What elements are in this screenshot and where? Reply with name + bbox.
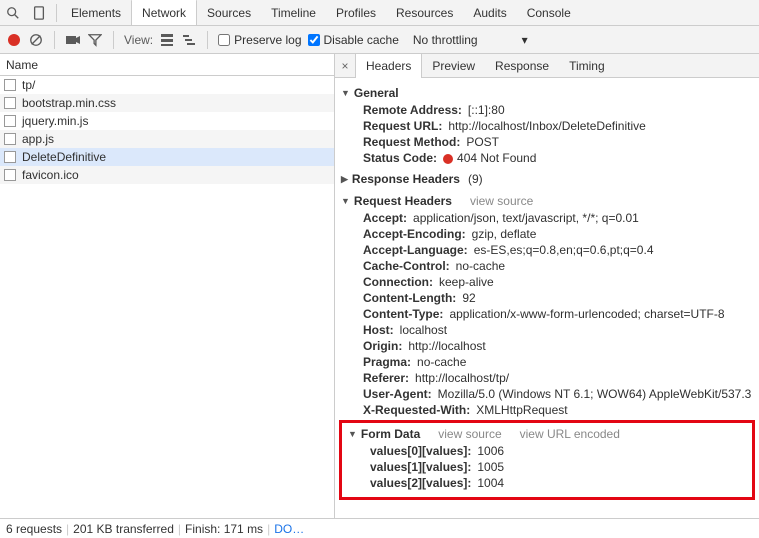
- view-label: View:: [124, 33, 153, 47]
- header-row: Content-Type:application/x-www-form-urle…: [335, 306, 759, 322]
- dom-content-link: DO…: [274, 522, 304, 536]
- file-icon: [4, 169, 16, 181]
- request-list-panel: Name tp/bootstrap.min.css jquery.min.js ap…: [0, 54, 335, 518]
- header-row: Accept:application/json, text/javascript…: [335, 210, 759, 226]
- request-name: tp/: [22, 78, 35, 92]
- header-row: Host:localhost: [335, 322, 759, 338]
- tab-timeline[interactable]: Timeline: [261, 0, 326, 26]
- tab-network[interactable]: Network: [131, 0, 197, 25]
- throttling-select[interactable]: No throttling▾: [413, 33, 528, 47]
- transferred-size: 201 KB transferred: [73, 522, 174, 536]
- divider: [207, 31, 208, 49]
- tab-elements[interactable]: Elements: [61, 0, 131, 26]
- request-row[interactable]: tp/: [0, 76, 334, 94]
- request-name: favicon.ico: [22, 168, 79, 182]
- header-row: Content-Length:92: [335, 290, 759, 306]
- detail-subtabs: × HeadersPreviewResponseTiming: [335, 54, 759, 78]
- header-row: Pragma:no-cache: [335, 354, 759, 370]
- tab-profiles[interactable]: Profiles: [326, 0, 386, 26]
- tab-console[interactable]: Console: [517, 0, 581, 26]
- search-icon[interactable]: [0, 0, 26, 26]
- disable-cache-checkbox[interactable]: Disable cache: [308, 33, 399, 47]
- waterfall-icon[interactable]: [181, 32, 197, 48]
- header-row: Referer:http://localhost/tp/: [335, 370, 759, 386]
- request-row[interactable]: bootstrap.min.css: [0, 94, 334, 112]
- header-row: Origin:http://localhost: [335, 338, 759, 354]
- view-url-encoded-link[interactable]: view URL encoded: [520, 427, 620, 441]
- request-row[interactable]: jquery.min.js: [0, 112, 334, 130]
- form-data-row: values[2][values]:1004: [342, 475, 752, 491]
- divider: [54, 31, 55, 49]
- divider: [113, 31, 114, 49]
- file-icon: [4, 79, 16, 91]
- filter-icon[interactable]: [87, 32, 103, 48]
- details-panel: × HeadersPreviewResponseTiming ▼General …: [335, 54, 759, 518]
- header-row: Accept-Language:es-ES,es;q=0.8,en;q=0.6,…: [335, 242, 759, 258]
- subtab-preview[interactable]: Preview: [422, 54, 485, 78]
- devtools-tabbar: ElementsNetworkSourcesTimelineProfilesRe…: [0, 0, 759, 26]
- file-icon: [4, 115, 16, 127]
- form-data-row: values[1][values]:1005: [342, 459, 752, 475]
- file-icon: [4, 97, 16, 109]
- view-source-link[interactable]: view source: [438, 427, 501, 441]
- request-headers-section-header[interactable]: ▼Request Headersview source: [335, 192, 759, 210]
- file-icon: [4, 151, 16, 163]
- tab-sources[interactable]: Sources: [197, 0, 261, 26]
- clear-icon[interactable]: [28, 32, 44, 48]
- request-count: 6 requests: [6, 522, 62, 536]
- request-list: tp/bootstrap.min.css jquery.min.js app.js D…: [0, 76, 334, 518]
- form-data-row: values[0][values]:1006: [342, 443, 752, 459]
- header-row: User-Agent:Mozilla/5.0 (Windows NT 6.1; …: [335, 386, 759, 402]
- form-data-section-header[interactable]: ▼Form Dataview sourceview URL encoded: [342, 425, 752, 443]
- camera-icon[interactable]: [65, 32, 81, 48]
- device-icon[interactable]: [26, 0, 52, 26]
- close-icon[interactable]: ×: [335, 59, 355, 73]
- headers-view: ▼General Remote Address:[::1]:80 Request…: [335, 78, 759, 518]
- request-row[interactable]: DeleteDefinitive: [0, 148, 334, 166]
- status-dot-icon: [443, 154, 453, 164]
- status-bar: 6 requests| 201 KB transferred| Finish: …: [0, 518, 759, 538]
- file-icon: [4, 133, 16, 145]
- network-toolbar: View: Preserve log Disable cache No thro…: [0, 26, 759, 54]
- request-name: DeleteDefinitive: [22, 150, 106, 164]
- name-column-header[interactable]: Name: [0, 54, 334, 76]
- subtab-timing[interactable]: Timing: [559, 54, 615, 78]
- divider: [56, 4, 57, 22]
- subtab-headers[interactable]: Headers: [355, 54, 422, 78]
- header-row: X-Requested-With:XMLHttpRequest: [335, 402, 759, 418]
- request-name: app.js: [22, 132, 54, 146]
- finish-time: Finish: 171 ms: [185, 522, 263, 536]
- tab-resources[interactable]: Resources: [386, 0, 463, 26]
- preserve-log-checkbox[interactable]: Preserve log: [218, 33, 301, 47]
- general-section-header[interactable]: ▼General: [335, 84, 759, 102]
- record-button[interactable]: [6, 32, 22, 48]
- response-headers-section-header[interactable]: ▶Response Headers(9): [335, 170, 759, 188]
- subtab-response[interactable]: Response: [485, 54, 559, 78]
- header-row: Accept-Encoding:gzip, deflate: [335, 226, 759, 242]
- request-row[interactable]: app.js: [0, 130, 334, 148]
- view-source-link[interactable]: view source: [470, 194, 533, 208]
- tab-audits[interactable]: Audits: [463, 0, 516, 26]
- request-name: bootstrap.min.css: [22, 96, 116, 110]
- request-row[interactable]: favicon.ico: [0, 166, 334, 184]
- large-rows-icon[interactable]: [159, 32, 175, 48]
- form-data-highlight: ▼Form Dataview sourceview URL encoded va…: [339, 420, 755, 500]
- request-name: jquery.min.js: [22, 114, 88, 128]
- header-row: Cache-Control:no-cache: [335, 258, 759, 274]
- header-row: Connection:keep-alive: [335, 274, 759, 290]
